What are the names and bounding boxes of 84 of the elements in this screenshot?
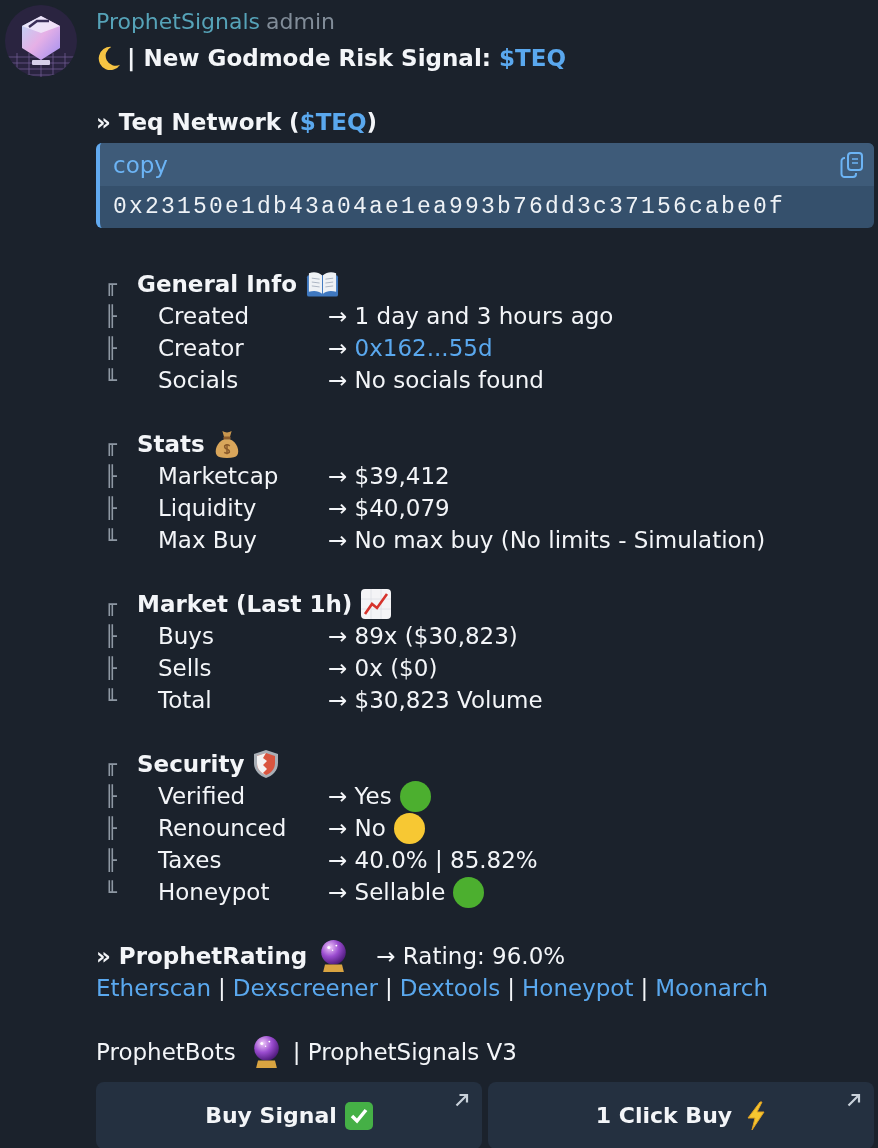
- section-title: General Info: [137, 271, 297, 297]
- tree-glyph: ╟: [105, 816, 118, 840]
- row-value: → $30,823 Volume: [328, 687, 543, 713]
- money-bag-icon: [213, 429, 240, 459]
- row-value: → $39,412: [328, 463, 450, 489]
- token-title: » Teq Network ($TEQ): [96, 109, 378, 135]
- row-value: → 0x ($0): [328, 655, 438, 681]
- row-label: Buys: [157, 623, 215, 649]
- tree-glyph: ╓: [105, 432, 118, 456]
- chart-up-icon: [361, 589, 392, 619]
- crystal-ball-icon: [251, 1035, 281, 1069]
- external-link[interactable]: Dextools: [399, 972, 501, 1004]
- external-link[interactable]: Etherscan: [96, 972, 212, 1004]
- copy-icon[interactable]: [840, 151, 864, 178]
- tree-glyph: ╟: [105, 304, 118, 328]
- row-value: → 89x ($30,823): [328, 623, 518, 649]
- row-label: Created: [157, 303, 251, 329]
- tree-glyph: ╓: [105, 752, 118, 776]
- tree-glyph: ╟: [105, 496, 118, 520]
- tree-glyph: ╓: [105, 272, 118, 296]
- row-label: Liquidity: [157, 495, 258, 521]
- row-label: Creator: [157, 335, 245, 361]
- row-label: Socials: [157, 367, 240, 393]
- creator-address-link[interactable]: 0x162...55d: [354, 335, 493, 361]
- external-arrow-icon: [454, 1092, 470, 1108]
- tree-glyph: ╙: [105, 688, 118, 712]
- tree-glyph: ╟: [105, 624, 118, 648]
- link-separator: |: [640, 974, 649, 1003]
- rating-value: → Rating: 96.0%: [376, 943, 566, 969]
- rating-title: » ProphetRating: [96, 943, 308, 969]
- code-label: copy: [113, 151, 168, 178]
- author-name: ProphetSignals: [96, 8, 260, 36]
- contract-address: 0x23150e1db43a04ae1ea993b76dd3c37156cabe0f: [113, 194, 786, 220]
- external-link[interactable]: Moonarch: [655, 972, 769, 1004]
- tree-glyph: ╟: [105, 784, 118, 808]
- row-value: → No max buy (No limits - Simulation): [328, 527, 766, 553]
- row-value: → 40.0% | 85.82%: [328, 847, 538, 873]
- tree-glyph: ╙: [105, 528, 118, 552]
- row-label: Renounced: [157, 815, 288, 841]
- section-title: Stats: [137, 431, 205, 457]
- tree-glyph: ╙: [105, 368, 118, 392]
- row-label: Honeypot: [157, 879, 271, 905]
- tree-glyph: ╟: [105, 464, 118, 488]
- row-value: → 0x162...55d: [328, 335, 493, 361]
- row-label: Taxes: [157, 847, 223, 873]
- signal-headline: | New Godmode Risk Signal: $TEQ: [127, 45, 566, 71]
- crystal-ball-icon: [319, 939, 349, 973]
- ticker-link[interactable]: $TEQ: [299, 109, 367, 135]
- row-value: → No: [328, 815, 386, 841]
- external-link[interactable]: Honeypot: [522, 972, 634, 1004]
- inline-button[interactable]: 1 Click Buy: [488, 1082, 874, 1148]
- footer-text: | ProphetSignals V3: [292, 1039, 517, 1065]
- row-label: Max Buy: [157, 527, 258, 553]
- lightning-bolt-icon: [746, 1100, 767, 1131]
- row-label: Verified: [157, 783, 247, 809]
- row-value: → Yes: [328, 783, 392, 809]
- shield-icon: [253, 749, 280, 779]
- row-value: → 1 day and 3 hours ago: [328, 303, 614, 329]
- tree-glyph: ╙: [105, 880, 118, 904]
- author-role: admin: [266, 8, 335, 36]
- row-value: → No socials found: [328, 367, 544, 393]
- row-label: Sells: [157, 655, 213, 681]
- link-separator: |: [384, 974, 393, 1003]
- open-book-icon: [305, 270, 339, 298]
- footer-brand: ProphetBots: [96, 1039, 236, 1065]
- external-arrow-icon: [846, 1092, 862, 1108]
- row-value: → Sellable: [328, 879, 446, 905]
- row-label: Total: [157, 687, 213, 713]
- section-title: Market (Last 1h): [137, 591, 353, 617]
- check-mark-icon: [344, 1101, 373, 1130]
- tree-glyph: ╟: [105, 336, 118, 360]
- inline-button[interactable]: Buy Signal: [96, 1082, 482, 1148]
- link-separator: |: [218, 974, 226, 1003]
- link-separator: |: [507, 974, 516, 1003]
- ticker-link[interactable]: $TEQ: [499, 45, 566, 71]
- row-value: → $40,079: [328, 495, 450, 521]
- section-title: Security: [137, 751, 245, 777]
- row-label: Marketcap: [157, 463, 280, 489]
- gem-avatar-icon[interactable]: [5, 5, 77, 77]
- tree-glyph: ╟: [105, 848, 118, 872]
- tree-glyph: ╟: [105, 656, 118, 680]
- crescent-moon-icon: [96, 45, 121, 71]
- external-link[interactable]: Dexscreener: [232, 972, 378, 1004]
- tree-glyph: ╓: [105, 592, 118, 616]
